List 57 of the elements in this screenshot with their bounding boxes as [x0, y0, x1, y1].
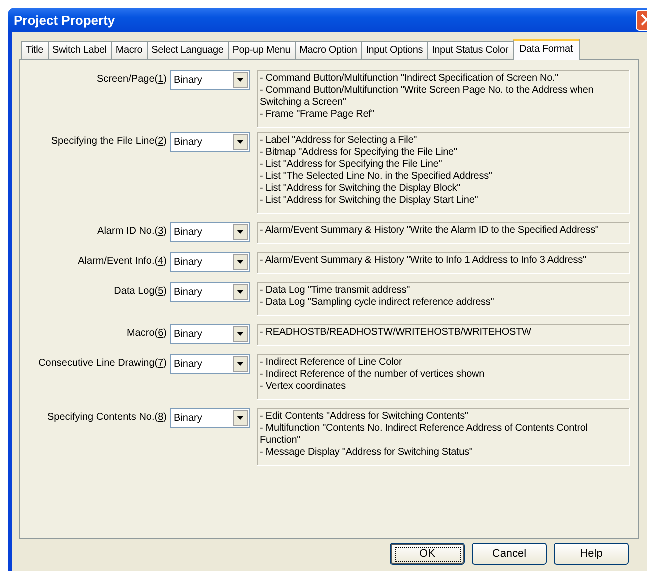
tab[interactable]: Input Options	[361, 41, 428, 59]
dropdown-arrow-icon	[237, 290, 244, 294]
dropdown-arrow-icon	[237, 332, 244, 336]
description-line: - Data Log "Time transmit address"	[260, 285, 412, 297]
description-line: - Message Display "Address for Switching Status"	[260, 447, 474, 459]
description-line: - Bitmap "Address for Specifying the File Line"	[260, 147, 458, 159]
format-dropdown[interactable]: Binary	[170, 70, 250, 90]
tab[interactable]: Title	[21, 41, 49, 59]
field-label: Consecutive Line Drawing(7)	[38, 357, 167, 369]
format-dropdown[interactable]: Binary	[170, 282, 250, 302]
description-line: - List "Address for Switching the Display Block"	[260, 183, 462, 195]
description-line: - Command Button/Multifunction "Write Screen Page No. to the Address when Switching a Screen"	[260, 85, 595, 109]
dialog-button[interactable]: Cancel	[472, 543, 547, 565]
description-line: - Alarm/Event Summary & History "Write to Info 1 Address to Info 3 Address"	[260, 255, 588, 267]
description-line: - Command Button/Multifunction "Indirect Specification of Screen No."	[260, 73, 560, 85]
description-line: - Frame "Frame Page Ref"	[260, 109, 376, 121]
dropdown-arrow-icon	[237, 260, 244, 264]
dropdown-arrow-icon	[237, 416, 244, 420]
field-label: Alarm/Event Info.(4)	[77, 255, 167, 267]
field-label: Macro(6)	[126, 327, 167, 339]
description-line: - List "The Selected Line No. in the Specified Address"	[260, 171, 494, 183]
format-dropdown[interactable]: Binary	[170, 252, 250, 272]
tab[interactable]: Select Language	[146, 41, 229, 59]
dropdown-arrow-icon	[237, 230, 244, 234]
description-line: - READHOSTB/READHOSTW/WRITEHOSTB/WRITEHOSTW	[260, 327, 532, 339]
description-line: - Vertex coordinates	[260, 381, 347, 393]
window-title: Project Property	[14, 12, 116, 28]
tab[interactable]: Pop-up Menu	[228, 41, 296, 59]
description-line: - List "Address for Switching the Display Start Line"	[260, 195, 480, 207]
field-label: Specifying Contents No.(8)	[46, 411, 167, 423]
tab[interactable]: Data Format	[512, 39, 580, 60]
field-label: Screen/Page(1)	[96, 73, 167, 85]
description-line: - Data Log "Sampling cycle indirect reference address"	[260, 297, 496, 309]
format-dropdown[interactable]: Binary	[170, 132, 250, 152]
dropdown-arrow-icon	[237, 140, 244, 144]
description-line: - Indirect Reference of the number of vertices shown	[260, 369, 486, 381]
tab[interactable]: Input Status Color	[427, 41, 514, 59]
dropdown-arrow-icon	[237, 362, 244, 366]
dialog-button[interactable]: OK	[390, 543, 465, 565]
format-dropdown[interactable]: Binary	[170, 222, 250, 242]
tab[interactable]: Switch Label	[48, 41, 112, 59]
description-line: - Indirect Reference of Line Color	[260, 357, 404, 369]
field-label: Data Log(5)	[113, 285, 167, 297]
tab[interactable]: Macro	[110, 41, 148, 59]
field-label: Alarm ID No.(3)	[96, 225, 167, 237]
description-line: - Alarm/Event Summary & History "Write the Alarm ID to the Specified Address"	[260, 225, 600, 237]
description-line: - List "Address for Specifying the File Line"	[260, 159, 444, 171]
dropdown-arrow-icon	[237, 78, 244, 82]
format-dropdown[interactable]: Binary	[170, 408, 250, 428]
format-dropdown[interactable]: Binary	[170, 354, 250, 374]
dialog-button[interactable]: Help	[554, 543, 629, 565]
tab[interactable]: Macro Option	[294, 41, 362, 59]
description-line: - Edit Contents "Address for Switching Contents"	[260, 411, 470, 423]
format-dropdown[interactable]: Binary	[170, 324, 250, 344]
description-line: - Label "Address for Selecting a File"	[260, 135, 418, 147]
field-label: Specifying the File Line(2)	[50, 135, 167, 147]
description-line: - Multifunction "Contents No. Indirect Reference Address of Contents Control Function"	[260, 423, 589, 447]
